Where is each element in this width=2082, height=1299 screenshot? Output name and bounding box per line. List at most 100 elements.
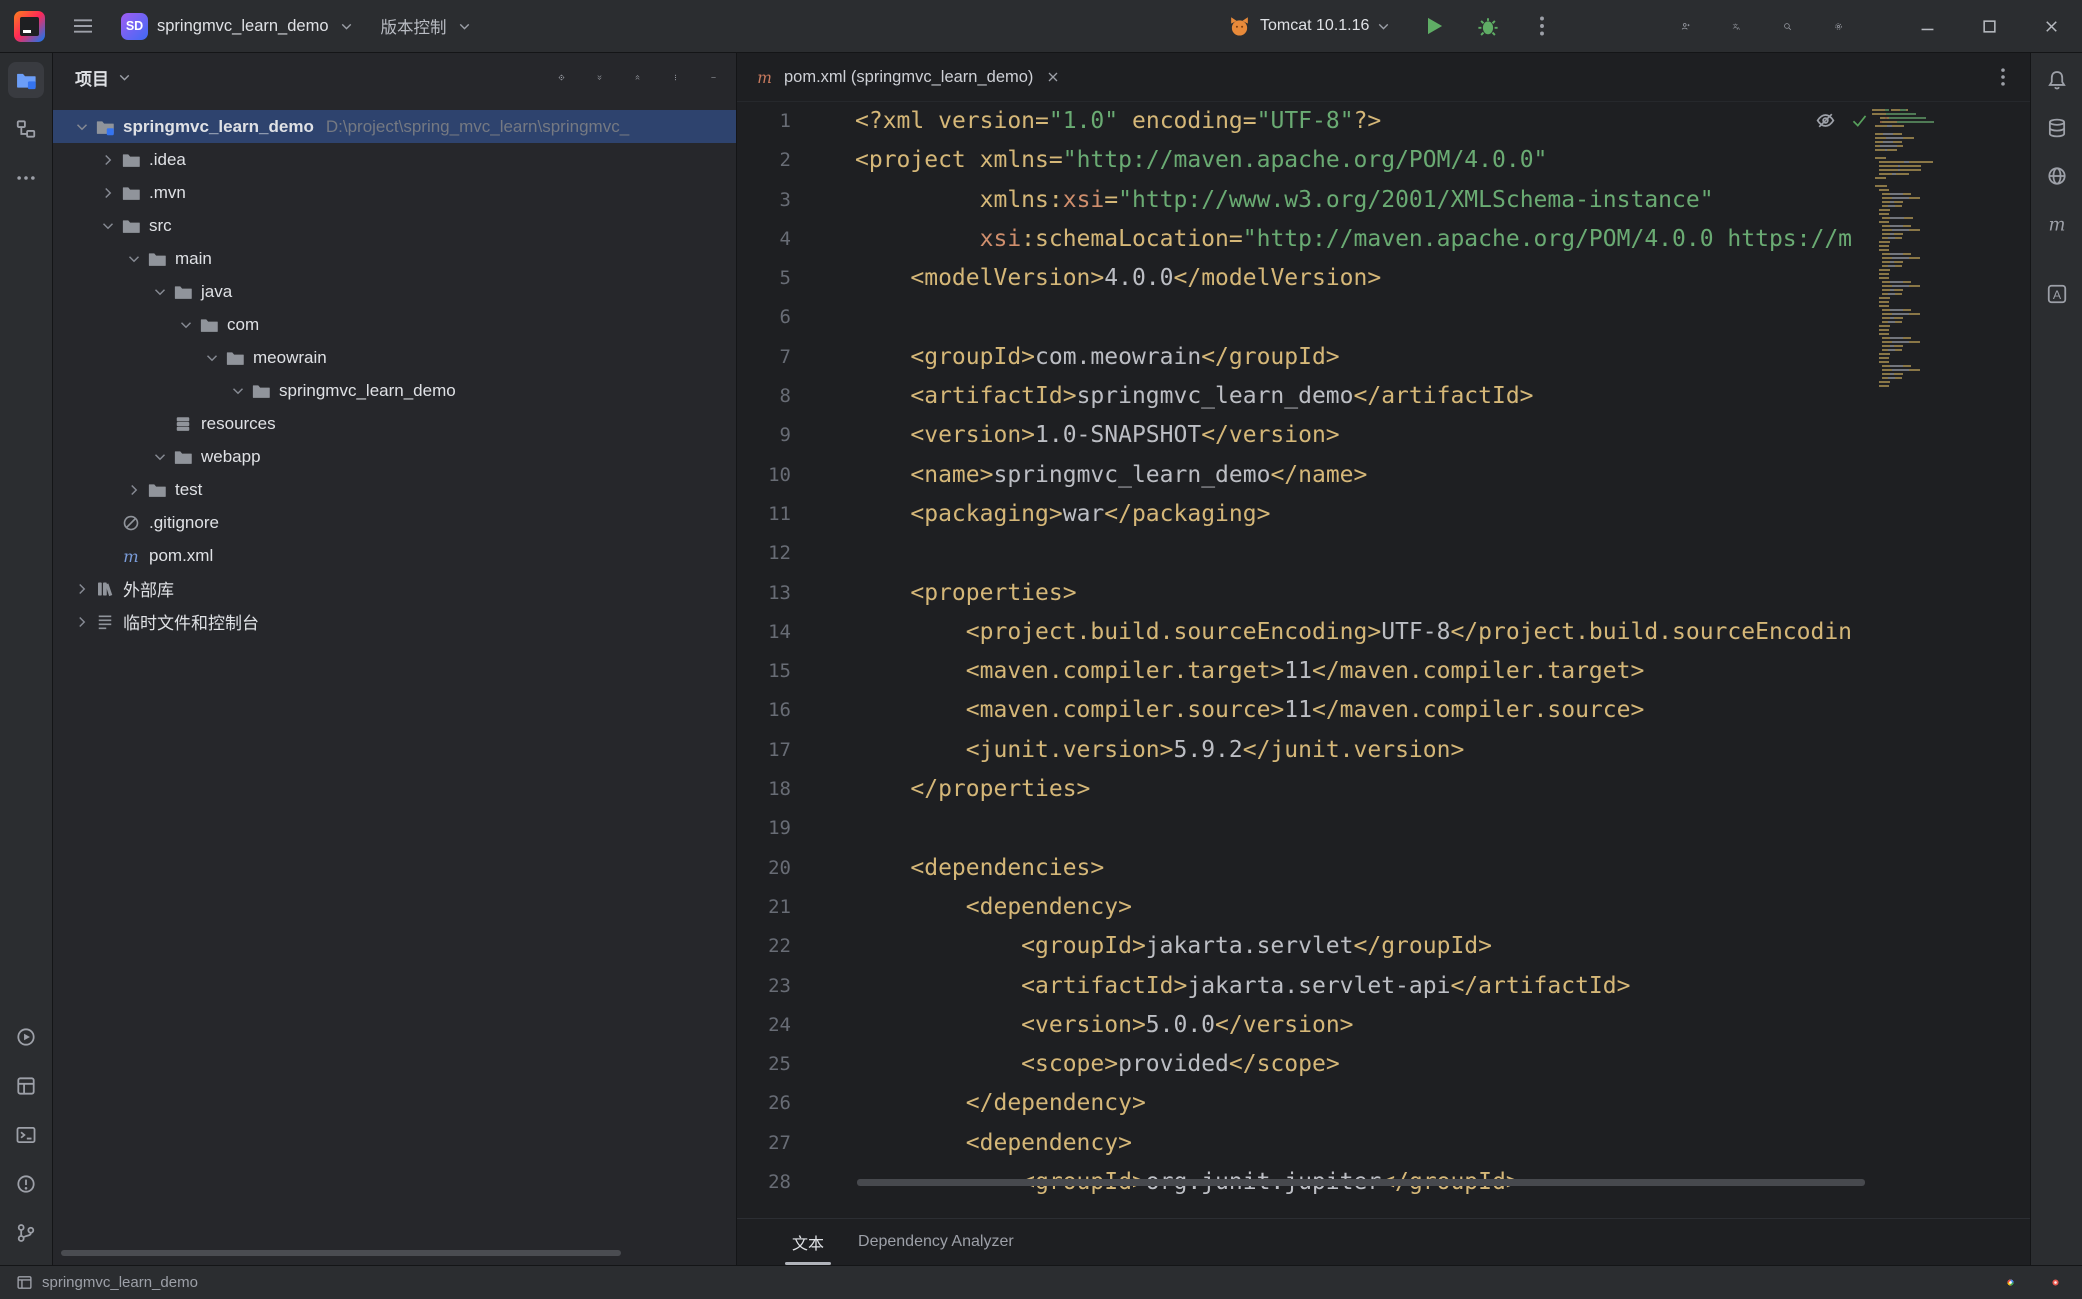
code-line-17[interactable]: 17 <junit.version>5.9.2</junit.version> [737,731,1870,770]
editor-hscrollbar[interactable] [857,1179,1865,1186]
line-number[interactable]: 2 [737,141,791,180]
code-line-14[interactable]: 14 <project.build.sourceEncoding>UTF-8</… [737,613,1870,652]
line-number[interactable]: 18 [737,770,791,809]
tree-item-test[interactable]: test [53,473,736,506]
database-icon[interactable] [2039,110,2075,146]
tree-item-main[interactable]: main [53,242,736,275]
code-line-22[interactable]: 22 <groupId>jakarta.servlet</groupId> [737,927,1870,966]
tree-item-临时文件和控制台[interactable]: 临时文件和控制台 [53,605,736,638]
chevron-right-icon[interactable] [73,580,91,598]
code-line-26[interactable]: 26 </dependency> [737,1084,1870,1123]
chevron-right-icon[interactable] [99,184,117,202]
code-line-11[interactable]: 11 <packaging>war</packaging> [737,495,1870,534]
line-number[interactable]: 27 [737,1124,791,1163]
code-line-15[interactable]: 15 <maven.compiler.target>11</maven.comp… [737,652,1870,691]
vcs-widget[interactable]: 版本控制 [381,14,473,38]
tab-text[interactable]: 文本 [775,1219,841,1265]
tree-item-webapp[interactable]: webapp [53,440,736,473]
tree-item-.mvn[interactable]: .mvn [53,176,736,209]
line-number[interactable]: 13 [737,574,791,613]
chevron-down-icon[interactable] [151,448,169,466]
terminal-icon[interactable] [8,1117,44,1153]
chevron-right-icon[interactable] [73,613,91,631]
inspections-off-icon[interactable] [1815,110,1836,131]
code-line-20[interactable]: 20 <dependencies> [737,849,1870,888]
run-button[interactable] [1422,14,1446,38]
run-config-name[interactable]: Tomcat 10.1.16 [1260,17,1369,35]
chevron-down-icon[interactable] [151,283,169,301]
code-line-24[interactable]: 24 <version>5.0.0</version> [737,1006,1870,1045]
code-line-8[interactable]: 8 <artifactId>springmvc_learn_demo</arti… [737,377,1870,416]
expand-all-icon[interactable] [589,67,610,88]
code-line-21[interactable]: 21 <dependency> [737,888,1870,927]
chevron-down-icon[interactable] [229,382,247,400]
line-number[interactable]: 25 [737,1045,791,1084]
line-number[interactable]: 12 [737,534,791,573]
line-number[interactable]: 8 [737,377,791,416]
debug-button[interactable] [1476,14,1500,38]
line-number[interactable]: 14 [737,613,791,652]
line-number[interactable]: 15 [737,652,791,691]
locate-icon[interactable] [551,67,572,88]
project-folder-icon[interactable] [8,62,44,98]
code-line-13[interactable]: 13 <properties> [737,574,1870,613]
line-number[interactable]: 4 [737,220,791,259]
project-widget[interactable]: SD springmvc_learn_demo [121,13,355,40]
line-number[interactable]: 22 [737,927,791,966]
tree-item-外部库[interactable]: 外部库 [53,572,736,605]
code-line-10[interactable]: 10 <name>springmvc_learn_demo</name> [737,456,1870,495]
code-line-2[interactable]: 2<project xmlns="http://maven.apache.org… [737,141,1870,180]
line-number[interactable]: 28 [737,1163,791,1196]
code-line-18[interactable]: 18 </properties> [737,770,1870,809]
tree-item-springmvc_learn_demo[interactable]: springmvc_learn_demoD:\project\spring_mv… [53,110,736,143]
hide-icon[interactable] [703,67,724,88]
tree-item-com[interactable]: com [53,308,736,341]
chevron-down-icon[interactable] [203,349,221,367]
no-problems-icon[interactable] [1849,110,1870,131]
chevron-right-icon[interactable] [99,151,117,169]
tree-item-resources[interactable]: resources [53,407,736,440]
web-icon[interactable] [2039,158,2075,194]
line-number[interactable]: 10 [737,456,791,495]
tree-item-pom.xml[interactable]: mpom.xml [53,539,736,572]
code-line-1[interactable]: 1<?xml version="1.0" encoding="UTF-8"?> [737,102,1870,141]
chevron-down-icon[interactable] [1375,18,1392,35]
minimize-button[interactable] [1896,0,1958,52]
line-number[interactable]: 26 [737,1084,791,1123]
editor-tab-pom-xml[interactable]: m pom.xml (springmvc_learn_demo) [737,53,1079,101]
line-number[interactable]: 23 [737,967,791,1006]
problems-icon[interactable] [8,1166,44,1202]
line-number[interactable]: 5 [737,259,791,298]
tree-item-src[interactable]: src [53,209,736,242]
tab-dependency-analyzer[interactable]: Dependency Analyzer [841,1219,1031,1265]
chevron-down-icon[interactable] [177,316,195,334]
translate-icon[interactable]: 文A [1725,15,1748,38]
code-line-5[interactable]: 5 <modelVersion>4.0.0</modelVersion> [737,259,1870,298]
chevron-right-icon[interactable] [125,481,143,499]
code-line-27[interactable]: 27 <dependency> [737,1124,1870,1163]
line-number[interactable]: 11 [737,495,791,534]
project-panel-title[interactable]: 项目 [75,65,133,90]
line-number[interactable]: 16 [737,691,791,730]
tree-item-meowrain[interactable]: meowrain [53,341,736,374]
line-number[interactable]: 20 [737,849,791,888]
settings-icon[interactable] [1827,15,1850,38]
services-icon[interactable] [8,1068,44,1104]
search-icon[interactable] [1776,15,1799,38]
line-number[interactable]: 1 [737,102,791,141]
structure-icon[interactable] [8,111,44,147]
code-line-16[interactable]: 16 <maven.compiler.source>11</maven.comp… [737,691,1870,730]
project-panel-hscrollbar[interactable] [61,1250,621,1256]
tree-item-java[interactable]: java [53,275,736,308]
line-number[interactable]: 21 [737,888,791,927]
maximize-button[interactable] [1958,0,2020,52]
chevron-down-icon[interactable] [125,250,143,268]
more-icon[interactable] [8,160,44,196]
tab-list-icon[interactable] [1992,66,2014,88]
notifications-icon[interactable] [2039,62,2075,98]
collapse-all-icon[interactable] [627,67,648,88]
tab-close-icon[interactable] [1045,69,1061,85]
tree-item-springmvc_learn_demo[interactable]: springmvc_learn_demo [53,374,736,407]
code-line-12[interactable]: 12 [737,534,1870,573]
line-number[interactable]: 19 [737,809,791,848]
